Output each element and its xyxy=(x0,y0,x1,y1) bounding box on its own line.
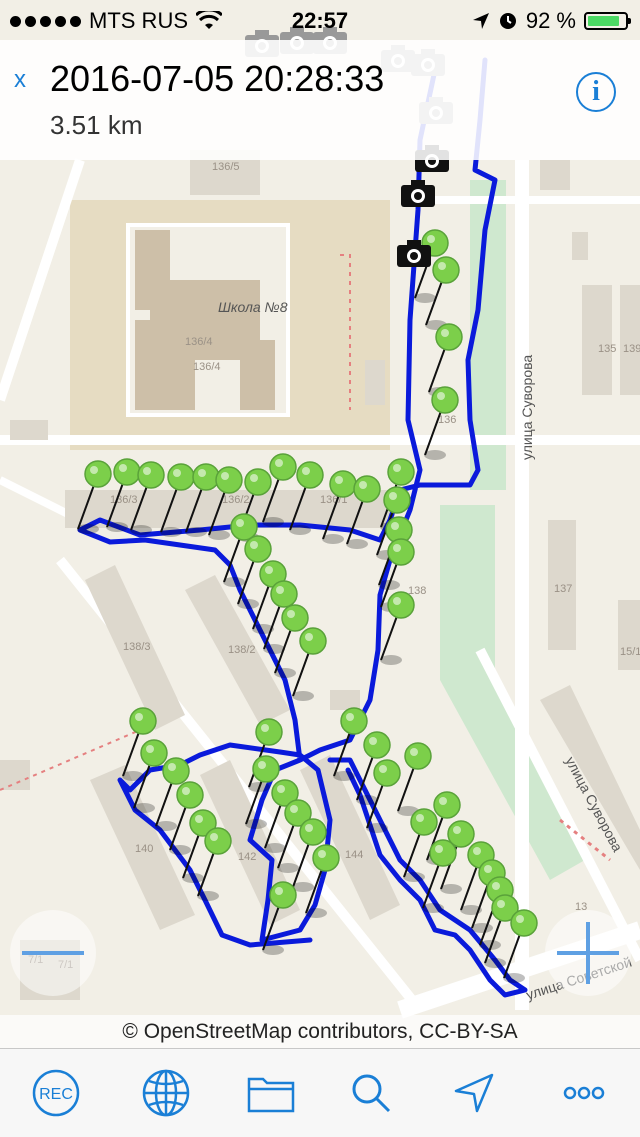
street-label-suvorova-1: улица Суворова xyxy=(519,355,535,460)
school-label: Школа №8 xyxy=(218,299,288,315)
building-number-label: 138/2 xyxy=(228,644,256,656)
building-number-label: 135 xyxy=(598,343,616,355)
zoom-in-button[interactable] xyxy=(545,910,631,996)
more-icon xyxy=(563,1086,605,1100)
battery-percentage: 92 % xyxy=(525,8,576,33)
building-number-label: 136/5 xyxy=(212,161,240,173)
building-number-label: 139 xyxy=(623,343,640,355)
battery-icon xyxy=(584,12,631,30)
track-header: x 2016-07-05 20:28:33 3.51 km i xyxy=(0,40,640,160)
building-number-label: 136 xyxy=(438,414,456,426)
globe-icon xyxy=(142,1069,190,1117)
info-button[interactable]: i xyxy=(576,72,616,112)
building-number-label: 136/4 xyxy=(193,361,221,373)
more-button[interactable] xyxy=(558,1067,610,1119)
record-button-label: REC xyxy=(39,1086,73,1103)
alarm-icon xyxy=(499,13,516,29)
map-layers-button[interactable] xyxy=(140,1067,192,1119)
building-number-label: 138/3 xyxy=(123,641,151,653)
tracks-folder-button[interactable] xyxy=(245,1067,297,1119)
close-button[interactable]: x xyxy=(14,66,26,94)
building-number-label: 144 xyxy=(345,849,363,861)
map-attribution: © OpenStreetMap contributors, CC-BY-SA xyxy=(0,1015,640,1048)
building-number-label: 142 xyxy=(238,851,256,863)
location-arrow-icon xyxy=(454,1073,494,1113)
building-number-label: 15/1 xyxy=(620,646,640,658)
record-button[interactable]: REC xyxy=(30,1067,82,1119)
my-location-button[interactable] xyxy=(448,1067,500,1119)
search-button[interactable] xyxy=(345,1067,397,1119)
status-bar: MTS RUS 22:57 92 % xyxy=(0,0,640,40)
building-number-label: 137 xyxy=(554,583,572,595)
location-services-icon xyxy=(472,13,489,29)
minus-icon xyxy=(22,951,84,955)
building-number-label: 136/2 xyxy=(222,494,250,506)
zoom-out-button[interactable] xyxy=(10,910,96,996)
building-number-label: 136/4 xyxy=(185,336,213,348)
folder-icon xyxy=(247,1077,295,1113)
track-distance: 3.51 km xyxy=(50,110,143,140)
track-title: 2016-07-05 20:28:33 xyxy=(50,58,385,99)
building-number-label: 140 xyxy=(135,843,153,855)
building-number-label: 138 xyxy=(408,585,426,597)
search-icon xyxy=(352,1074,391,1113)
building-number-label: 136/3 xyxy=(110,494,138,506)
bottom-toolbar: REC xyxy=(0,1048,640,1137)
